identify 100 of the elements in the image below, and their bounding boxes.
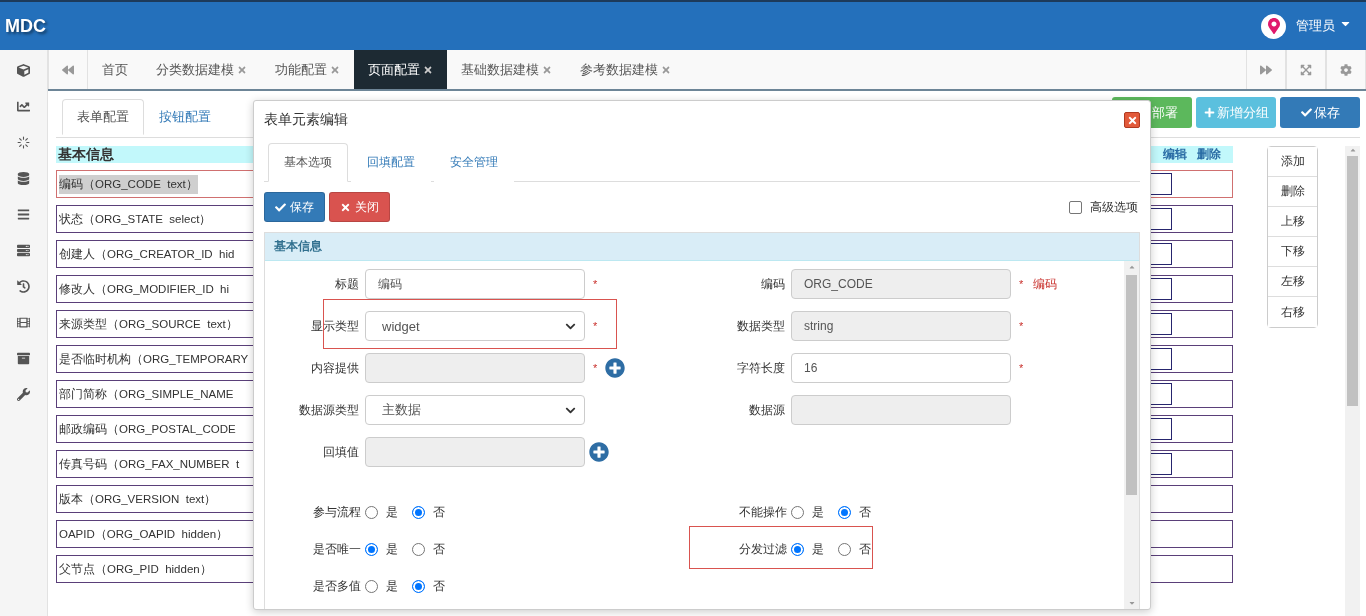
row-text: 创建人（ORG_CREATOR_ID hid [59, 246, 235, 262]
page-tab[interactable]: 页面配置 [354, 50, 447, 89]
check-icon[interactable] [1300, 107, 1312, 118]
row-text: 邮政编码（ORG_POSTAL_CODE [59, 421, 236, 437]
advanced-checkbox[interactable]: 高级选项 [1069, 198, 1140, 216]
close-icon[interactable] [340, 201, 351, 213]
radio-label: 是否多值 [312, 577, 362, 595]
database-icon[interactable] [17, 172, 30, 185]
row-text: 修改人（ORG_MODIFIER_ID hi [59, 281, 230, 297]
select-field[interactable]: widget [365, 311, 585, 341]
save-button[interactable]: 保存 [264, 192, 325, 222]
row-text: 编码（ORG_CODE text） [59, 174, 198, 194]
row-text: 父节点（ORG_PID hidden） [59, 561, 212, 577]
row-text: 部门简称（ORG_SIMPLE_NAME [59, 386, 234, 402]
settings-button[interactable] [1326, 50, 1366, 89]
settings-icon[interactable] [1340, 63, 1352, 76]
radio-button[interactable] [412, 505, 425, 519]
input-field[interactable]: 编码 [365, 269, 585, 299]
wrench-icon[interactable] [17, 388, 30, 401]
radio-button[interactable] [412, 542, 425, 556]
radio-label: 不能操作 [738, 503, 788, 521]
row-text: 是否临时机构（ORG_TEMPORARY [59, 351, 249, 367]
input-field[interactable]: 16 [791, 353, 1011, 383]
menu-icon[interactable] [17, 208, 30, 221]
sub-tab[interactable]: 表单配置 [62, 99, 144, 135]
section-title: 基本信息 [274, 238, 322, 255]
loader-icon[interactable] [17, 136, 30, 149]
row-text: 版本（ORG_VERSION text） [59, 491, 217, 507]
archive-icon[interactable] [17, 352, 30, 365]
row-text: 状态（ORG_STATE select） [59, 211, 212, 227]
radio-option-label: 否 [433, 540, 445, 558]
dialog-tab[interactable]: 基本选项 [268, 143, 348, 182]
page-tab[interactable]: 基础数据建模 [447, 50, 566, 89]
field-note: 编码 [1033, 275, 1057, 293]
double-left-icon[interactable] [62, 63, 74, 76]
radio-button[interactable] [791, 542, 804, 556]
radio-button[interactable] [365, 542, 378, 556]
save-button[interactable]: 保存 [1280, 97, 1360, 128]
required-marker: * [593, 320, 599, 332]
chart-icon[interactable] [17, 100, 30, 113]
history-icon[interactable] [17, 280, 30, 293]
page-tab[interactable]: 首页 [88, 50, 142, 89]
scrollbar-thumb[interactable] [1347, 156, 1358, 406]
field-label: 数据源类型 [298, 401, 360, 419]
form-title: 基本信息 [58, 145, 114, 164]
dialog-title: 表单元素编辑 [264, 111, 348, 129]
expand-icon[interactable] [1300, 63, 1312, 76]
page-tab[interactable]: 功能配置 [261, 50, 354, 89]
plus-icon[interactable] [1203, 107, 1215, 118]
field-label: 数据源 [748, 401, 786, 419]
scroll-up-icon[interactable] [1348, 146, 1357, 154]
radio-label: 分发过滤 [738, 540, 788, 558]
required-marker: * [1019, 278, 1025, 290]
radio-option-label: 是 [386, 577, 398, 595]
required-marker: * [1019, 320, 1025, 332]
server-icon[interactable] [17, 244, 30, 257]
radio-button[interactable] [412, 579, 425, 593]
avatar-pin-icon [1261, 13, 1287, 39]
scroll-left-button[interactable] [48, 50, 88, 89]
header-link[interactable]: 编辑 [1163, 146, 1187, 163]
side-button[interactable]: 添加 [1268, 147, 1317, 177]
checkbox[interactable] [1069, 200, 1082, 214]
radio-button[interactable] [838, 505, 851, 519]
radio-option-label: 是 [386, 540, 398, 558]
page-tab[interactable]: 分类数据建模 [142, 50, 261, 89]
field-label: 内容提供 [310, 359, 360, 377]
radio-button[interactable] [365, 505, 378, 519]
field-label: 字符长度 [736, 359, 786, 377]
radio-label: 是否唯一 [312, 540, 362, 558]
radio-button[interactable] [791, 505, 804, 519]
scroll-up-icon[interactable] [1127, 263, 1136, 271]
radio-button[interactable] [365, 579, 378, 593]
header-link[interactable]: 删除 [1197, 146, 1221, 163]
scroll-right-button[interactable] [1246, 50, 1286, 89]
check-icon[interactable] [275, 201, 286, 213]
scroll-down-icon[interactable] [1127, 599, 1136, 607]
row-text: 传真号码（ORG_FAX_NUMBER t [59, 456, 240, 472]
user-menu[interactable]: 管理员 [1296, 17, 1352, 35]
cube-icon[interactable] [17, 64, 30, 77]
radio-button[interactable] [838, 542, 851, 556]
film-icon[interactable] [17, 316, 30, 329]
radio-label: 参与流程 [312, 503, 362, 521]
field-label: 标题 [334, 275, 360, 293]
field-label: 编码 [760, 275, 786, 293]
page-tab[interactable]: 参考数据建模 [566, 50, 685, 89]
radio-option-label: 是 [386, 503, 398, 521]
app-logo: MDC [5, 15, 46, 37]
close-icon[interactable] [423, 64, 433, 75]
radio-option-label: 否 [433, 503, 445, 521]
select-field[interactable]: 主数据 [365, 395, 585, 425]
fullscreen-button[interactable] [1286, 50, 1326, 89]
radio-option-label: 否 [433, 577, 445, 595]
required-marker: * [1019, 362, 1025, 374]
required-marker: * [593, 278, 599, 290]
close-button[interactable]: 关闭 [329, 192, 390, 222]
scrollbar-thumb[interactable] [1126, 275, 1137, 495]
radio-option-label: 否 [859, 540, 871, 558]
field-label: 数据类型 [736, 317, 786, 335]
required-marker: * [593, 362, 599, 374]
double-right-icon[interactable] [1260, 63, 1272, 76]
